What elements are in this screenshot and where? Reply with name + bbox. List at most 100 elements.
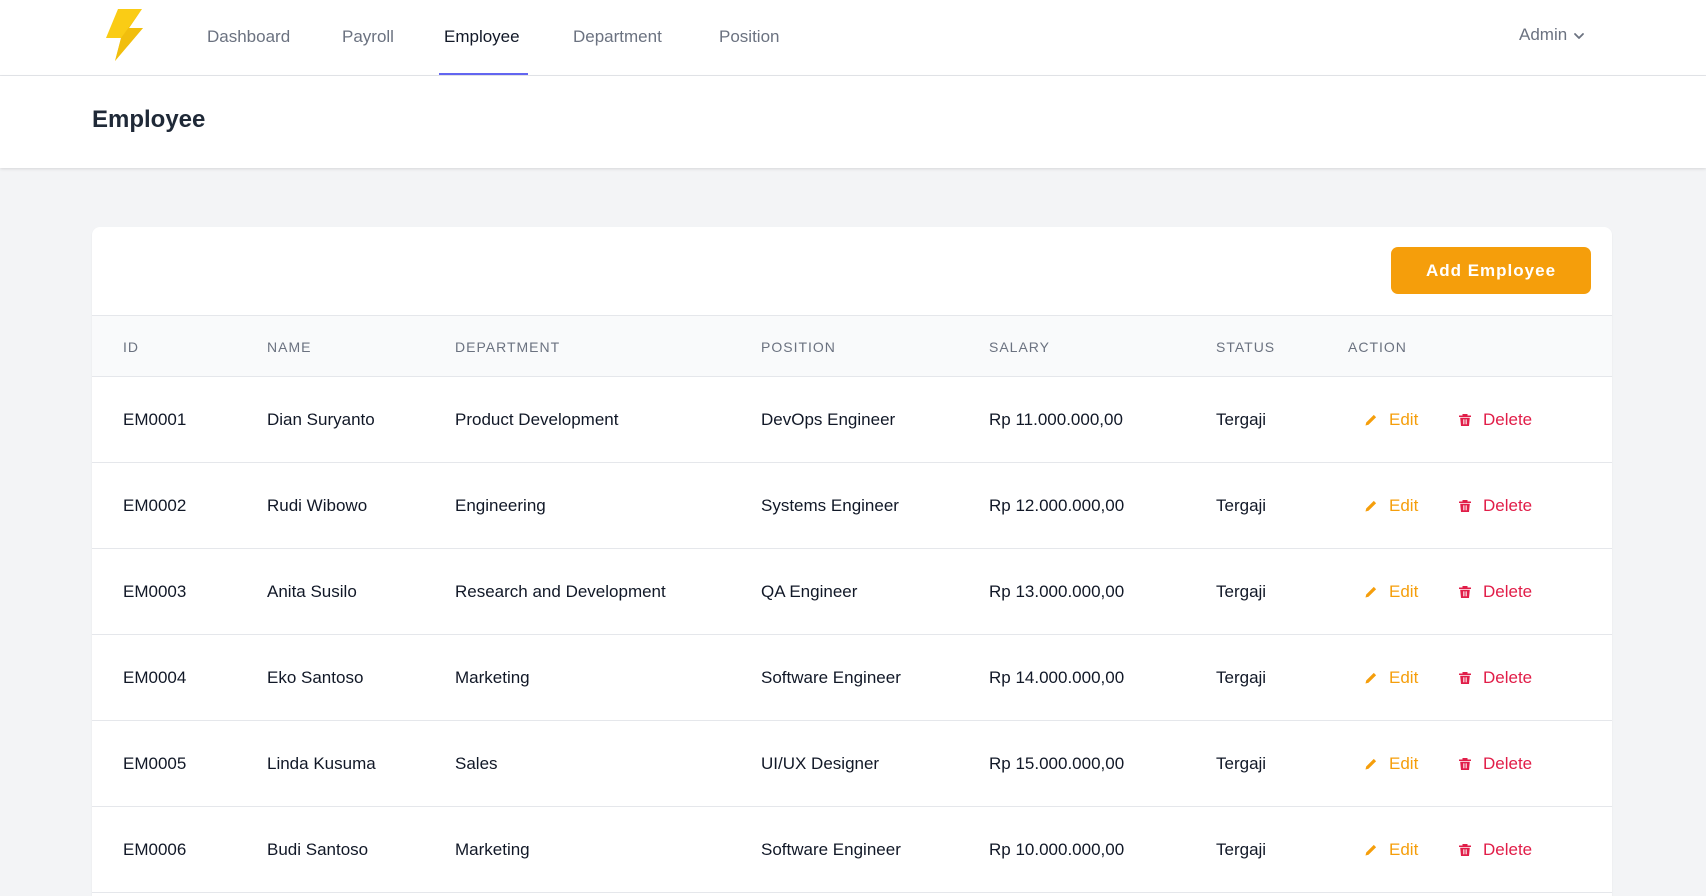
delete-button[interactable]: Delete: [1458, 807, 1532, 893]
cell-id: EM0006: [123, 840, 187, 859]
cell-name: Budi Santoso: [267, 840, 369, 859]
edit-button[interactable]: Edit: [1364, 549, 1418, 635]
edit-label: Edit: [1389, 840, 1419, 859]
cell-name: Rudi Wibowo: [267, 496, 368, 515]
page-title: Employee: [92, 106, 206, 133]
delete-label: Delete: [1483, 840, 1533, 859]
cell-status: Tergaji: [1216, 582, 1267, 601]
delete-button[interactable]: Delete: [1458, 721, 1532, 807]
table-row: EM0001 Dian Suryanto Product Development…: [92, 377, 1612, 463]
lightning-bolt-icon[interactable]: [98, 9, 146, 61]
cell-position: UI/UX Designer: [761, 754, 880, 773]
cell-department: Research and Development: [455, 582, 666, 601]
nav-link-employee[interactable]: Employee: [444, 0, 520, 76]
user-menu-label: Admin: [1519, 25, 1568, 44]
cell-status: Tergaji: [1216, 668, 1267, 687]
user-menu[interactable]: Admin: [1519, 23, 1585, 47]
cell-salary: Rp 11.000.000,00: [989, 410, 1123, 429]
pencil-icon: [1365, 758, 1377, 770]
table-header: ID NAME DEPARTMENT POSITION SALARY STATU…: [92, 315, 1612, 377]
nav-link-position[interactable]: Position: [719, 0, 779, 76]
cell-name: Anita Susilo: [267, 582, 357, 601]
column-header-department: DEPARTMENT: [455, 339, 561, 355]
edit-button[interactable]: Edit: [1364, 377, 1418, 463]
column-header-salary: SALARY: [989, 339, 1050, 355]
delete-label: Delete: [1483, 496, 1533, 515]
delete-label: Delete: [1483, 582, 1533, 601]
edit-button[interactable]: Edit: [1364, 463, 1418, 549]
cell-status: Tergaji: [1216, 496, 1267, 515]
cell-status: Tergaji: [1216, 840, 1267, 859]
cell-id: EM0001: [123, 410, 187, 429]
trash-icon: [1459, 500, 1471, 512]
edit-label: Edit: [1389, 754, 1419, 773]
cell-name: Linda Kusuma: [267, 754, 376, 773]
table-body: EM0001 Dian Suryanto Product Development…: [92, 377, 1612, 893]
column-header-position: POSITION: [761, 339, 836, 355]
delete-button[interactable]: Delete: [1458, 377, 1532, 463]
delete-button[interactable]: Delete: [1458, 463, 1532, 549]
pencil-icon: [1365, 500, 1377, 512]
top-navbar: Dashboard Payroll Employee Department Po…: [0, 0, 1706, 76]
pencil-icon: [1365, 844, 1377, 856]
cell-salary: Rp 12.000.000,00: [989, 496, 1125, 515]
trash-icon: [1459, 672, 1471, 684]
cell-name: Dian Suryanto: [267, 410, 375, 429]
cell-department: Marketing: [455, 668, 530, 687]
pencil-icon: [1365, 414, 1377, 426]
table-row: EM0002 Rudi Wibowo Engineering Systems E…: [92, 463, 1612, 549]
pencil-icon: [1365, 672, 1377, 684]
edit-button[interactable]: Edit: [1364, 635, 1418, 721]
add-employee-button[interactable]: Add Employee: [1391, 247, 1591, 294]
table-row: EM0006 Budi Santoso Marketing Software E…: [92, 807, 1612, 893]
cell-name: Eko Santoso: [267, 668, 364, 687]
nav-link-payroll[interactable]: Payroll: [342, 0, 394, 76]
nav-link-department[interactable]: Department: [573, 0, 662, 76]
cell-id: EM0005: [123, 754, 187, 773]
trash-icon: [1459, 414, 1471, 426]
edit-button[interactable]: Edit: [1364, 807, 1418, 893]
page-header: Employee: [0, 76, 1706, 168]
delete-label: Delete: [1483, 668, 1533, 687]
nav-link-dashboard[interactable]: Dashboard: [207, 0, 290, 76]
delete-label: Delete: [1483, 410, 1533, 429]
pencil-icon: [1365, 586, 1377, 598]
delete-label: Delete: [1483, 754, 1533, 773]
column-header-id: ID: [123, 339, 139, 355]
cell-salary: Rp 10.000.000,00: [989, 840, 1125, 859]
trash-icon: [1459, 758, 1471, 770]
cell-position: QA Engineer: [761, 582, 858, 601]
table-row: EM0003 Anita Susilo Research and Develop…: [92, 549, 1612, 635]
cell-department: Sales: [455, 754, 498, 773]
cell-salary: Rp 15.000.000,00: [989, 754, 1125, 773]
column-header-name: NAME: [267, 339, 312, 355]
edit-label: Edit: [1389, 668, 1419, 687]
column-header-action: ACTION: [1348, 339, 1407, 355]
chevron-down-icon: [1574, 32, 1585, 39]
table-row: EM0005 Linda Kusuma Sales UI/UX Designer…: [92, 721, 1612, 807]
cell-position: DevOps Engineer: [761, 410, 896, 429]
cell-position: Systems Engineer: [761, 496, 899, 515]
delete-button[interactable]: Delete: [1458, 549, 1532, 635]
cell-department: Product Development: [455, 410, 619, 429]
trash-icon: [1459, 586, 1471, 598]
table-row: EM0004 Eko Santoso Marketing Software En…: [92, 635, 1612, 721]
trash-icon: [1459, 844, 1471, 856]
employee-card: Add Employee ID NAME DEPARTMENT POSITION…: [92, 227, 1612, 896]
cell-salary: Rp 13.000.000,00: [989, 582, 1125, 601]
delete-button[interactable]: Delete: [1458, 635, 1532, 721]
cell-status: Tergaji: [1216, 754, 1267, 773]
cell-id: EM0003: [123, 582, 187, 601]
edit-label: Edit: [1389, 582, 1419, 601]
cell-position: Software Engineer: [761, 668, 901, 687]
cell-id: EM0004: [123, 668, 187, 687]
active-tab-indicator: [439, 73, 528, 75]
cell-position: Software Engineer: [761, 840, 901, 859]
cell-department: Marketing: [455, 840, 530, 859]
cell-id: EM0002: [123, 496, 187, 515]
cell-department: Engineering: [455, 496, 546, 515]
cell-status: Tergaji: [1216, 410, 1267, 429]
edit-label: Edit: [1389, 496, 1419, 515]
column-header-status: STATUS: [1216, 339, 1276, 355]
edit-button[interactable]: Edit: [1364, 721, 1418, 807]
